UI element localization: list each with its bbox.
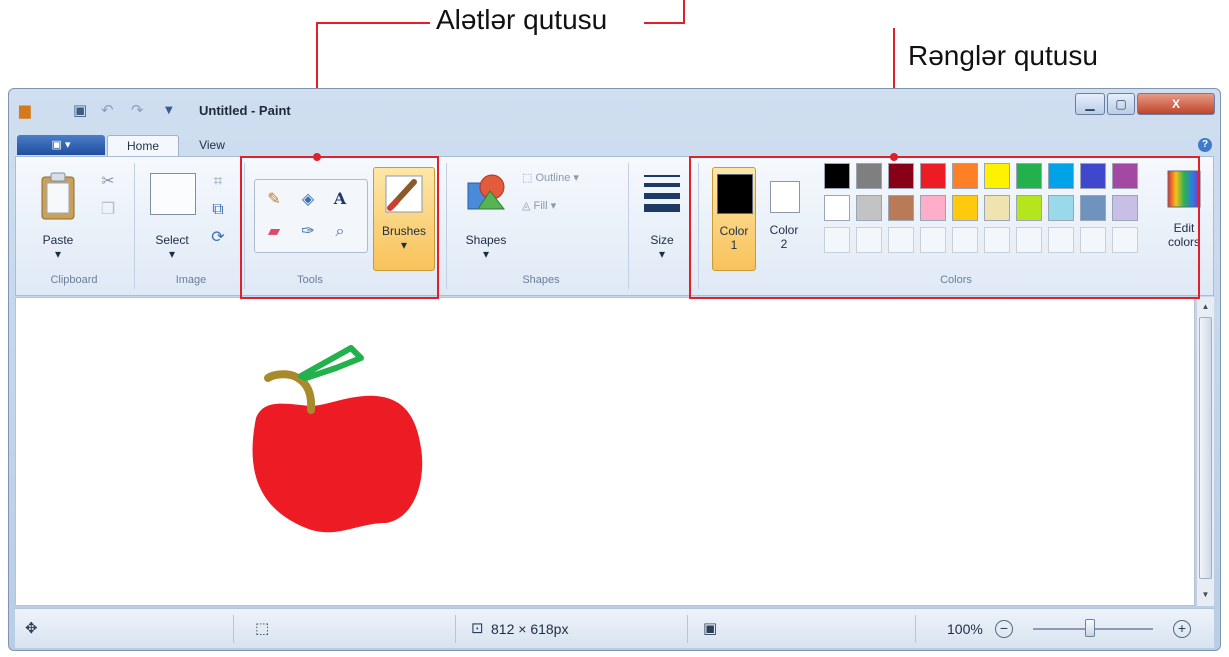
zoom-in-button[interactable]: +: [1173, 620, 1191, 638]
outline-icon: ⬚: [522, 172, 536, 184]
scroll-thumb[interactable]: [1199, 317, 1212, 579]
status-bar: ✥ ⬚ ⊡ 812 × 618px ▣ 100% − +: [15, 608, 1214, 648]
save-icon[interactable]: ▣: [73, 101, 87, 119]
shapes-label: Shapes: [465, 233, 507, 247]
window-title: Untitled - Paint: [199, 103, 291, 118]
title-bar: ▆ ▣ ↶ ↷ ▼ Untitled - Paint ▁ ▢ X: [9, 89, 1220, 133]
image-group-label: Image: [175, 274, 207, 286]
tools-annotation-line: [316, 22, 430, 24]
ribbon-separator: [628, 163, 629, 289]
zoom-out-button[interactable]: −: [995, 620, 1013, 638]
clipboard-group-label: Clipboard: [50, 274, 98, 286]
select-button[interactable]: Select ▾: [148, 233, 196, 261]
size-button[interactable]: Size ▾: [638, 233, 686, 261]
select-icon[interactable]: [150, 173, 196, 215]
ribbon-separator: [446, 163, 447, 289]
zoom-slider-thumb[interactable]: [1085, 619, 1095, 637]
ribbon-separator: [134, 163, 135, 289]
cut-icon[interactable]: ✂: [96, 169, 120, 193]
status-separator: [455, 615, 456, 643]
fill-button[interactable]: ◬ Fill ▾: [522, 199, 556, 212]
colors-highlight-box: [689, 156, 1200, 299]
crop-icon[interactable]: ⌗: [206, 169, 230, 193]
copy-icon[interactable]: ❐: [96, 197, 120, 221]
select-label: Select: [155, 233, 189, 247]
colors-annotation-dot: [890, 153, 898, 161]
fill-shape-icon: ◬: [522, 200, 534, 212]
scroll-down-arrow[interactable]: ▼: [1197, 587, 1214, 603]
shapes-group-label: Shapes: [522, 274, 560, 286]
paste-button[interactable]: Paste ▾: [34, 233, 82, 261]
apple-drawing: [252, 345, 423, 533]
zoom-level: 100%: [947, 621, 983, 637]
image-size-icon: ⊡: [471, 619, 484, 637]
scroll-up-arrow[interactable]: ▲: [1197, 299, 1214, 315]
tools-highlight-box: [240, 156, 439, 299]
tab-view[interactable]: View: [185, 135, 239, 156]
shapes-button[interactable]: Shapes ▾: [456, 233, 516, 261]
close-button[interactable]: X: [1137, 93, 1215, 115]
shapes-icon[interactable]: [464, 171, 508, 215]
fill-label: Fill ▾: [533, 200, 557, 212]
colors-box-annotation: Rənglər qutusu: [908, 40, 1098, 71]
resize-icon[interactable]: ⧉: [206, 197, 230, 221]
tools-annotation-line: [683, 0, 685, 24]
image-dimensions: 812 × 618px: [491, 621, 569, 637]
customize-icon[interactable]: ▼: [165, 105, 173, 116]
tools-box-annotation: Alətlər qutusu: [436, 4, 608, 35]
rotate-icon[interactable]: ⟳: [206, 225, 230, 249]
drawing-canvas[interactable]: [15, 297, 1195, 606]
status-separator: [915, 615, 916, 643]
help-icon[interactable]: ?: [1198, 138, 1212, 152]
file-size-icon: ▣: [703, 619, 718, 637]
minimize-button[interactable]: ▁: [1075, 93, 1105, 115]
vertical-scrollbar[interactable]: ▲ ▼: [1196, 297, 1214, 606]
tab-home[interactable]: Home: [107, 135, 179, 157]
size-icon[interactable]: [644, 173, 680, 213]
selection-size-icon: ⬚: [255, 619, 270, 637]
redo-icon[interactable]: ↷: [131, 101, 144, 119]
maximize-button[interactable]: ▢: [1107, 93, 1135, 115]
cursor-position-icon: ✥: [25, 619, 38, 637]
tools-annotation-dot: [313, 153, 321, 161]
outline-label: Outline ▾: [535, 172, 579, 184]
paste-label: Paste: [42, 233, 74, 247]
paint-menu-button[interactable]: ▣ ▾: [17, 135, 105, 155]
tools-annotation-line: [644, 22, 684, 24]
undo-icon[interactable]: ↶: [101, 101, 114, 119]
paint-icon[interactable]: ▆: [19, 101, 31, 119]
outline-button[interactable]: ⬚ Outline ▾: [522, 171, 579, 184]
status-separator: [687, 615, 688, 643]
size-label: Size: [650, 233, 674, 247]
status-separator: [233, 615, 234, 643]
paste-icon[interactable]: [38, 171, 78, 223]
